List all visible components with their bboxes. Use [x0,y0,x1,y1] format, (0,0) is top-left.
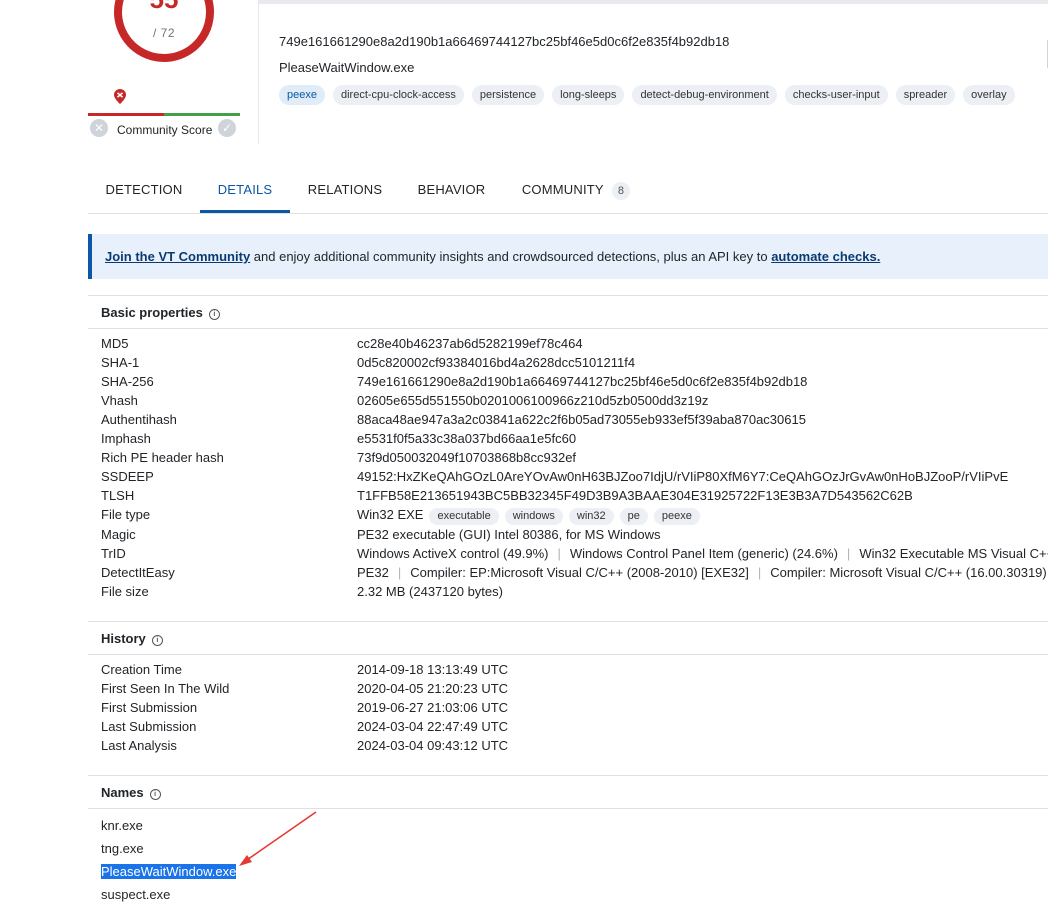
file-summary-card: 749e161661290e8a2d190b1a66469744127bc25b… [258,0,1048,144]
tag-detect-debug-environment[interactable]: detect-debug-environment [632,85,777,105]
tag-persistence[interactable]: persistence [471,85,545,105]
tag-checks-user-input[interactable]: checks-user-input [784,85,888,105]
property-row: SHA-256 749e161661290e8a2d190b1a664697441… [101,374,808,389]
file-name: PleaseWaitWindow.exe [279,60,415,75]
report-tabs: DETECTION DETAILS RELATIONS BEHAVIOR COM… [88,168,1048,214]
filetype-chip[interactable]: windows [504,508,563,525]
tab-relations[interactable]: RELATIONS [295,168,395,212]
property-row: TLSH T1FFB58E213651943BC5BB32345F49D3B9A3… [101,488,913,503]
property-row-detectiteasy: DetectItEasy PE32 | Compiler: EP:Microsoft… [101,565,1048,580]
filetype-chip[interactable]: executable [429,508,499,525]
community-score-bar [88,113,240,116]
tag-long-sleeps[interactable]: long-sleeps [552,85,625,105]
detection-total: / 72 [152,26,175,40]
tag-peexe[interactable]: peexe [279,85,325,105]
tag-direct-cpu-clock-access[interactable]: direct-cpu-clock-access [332,85,464,105]
history-row: Last Analysis 2024-03-04 09:43:12 UTC [101,738,509,753]
community-score-row: ✕ Community Score ✓ [88,118,240,138]
property-row-trid: TrID Windows ActiveX control (49.9%) | Win… [101,546,1048,561]
tag-spreader[interactable]: spreader [895,85,956,105]
basic-properties-header: Basic properties i [88,295,1048,329]
filetype-chip[interactable]: peexe [653,508,700,525]
vote-malicious-icon[interactable]: ✓ [218,119,236,137]
history-row: Creation Time 2014-09-18 13:13:49 UTC [101,662,509,677]
history-title: History [101,631,146,646]
basic-properties-title: Basic properties [101,305,203,320]
tab-behavior[interactable]: BEHAVIOR [404,168,499,212]
property-row: Imphash e5531f0f5a33c38a037bd66aa1e5fc60 [101,431,577,446]
name-item: knr.exe [101,818,143,833]
community-banner: Join the VT Community and enjoy addition… [88,234,1048,279]
filetype-chip[interactable]: pe [619,508,648,525]
property-row: Rich PE header hash 73f9d050032049f107038… [101,450,577,465]
names-title: Names [101,785,144,800]
banner-text: Join the VT Community and enjoy addition… [105,249,881,264]
vote-harmless-icon[interactable]: ✕ [90,119,108,137]
property-row-magic: Magic PE32 executable (GUI) Intel 80386, … [101,527,661,542]
file-tags: peexe direct-cpu-clock-access persistenc… [279,85,1015,105]
property-row-file-type: File type Win32 EXE executable windows win3… [101,507,1048,527]
property-row: Vhash 02605e655d551550b0201006100966z210d… [101,393,709,408]
history-row: First Submission 2019-06-27 21:03:06 UTC [101,700,509,715]
property-row: SSDEEP 49152:HxZKeQAhGOzL0AreYOvAw0nH63BJ… [101,469,1009,484]
property-row: Authentihash 88aca48ae947a3a2c03841a622c2… [101,412,806,427]
property-row-file-size: File size 2.32 MB (2437120 bytes) [101,584,503,599]
detection-count: 55 [88,0,240,15]
annotation-arrow-icon [239,811,317,866]
history-header: History i [88,621,1048,655]
name-item-selected: PleaseWaitWindow.exe [101,864,237,879]
info-icon[interactable]: i [151,635,163,646]
file-sha256[interactable]: 749e161661290e8a2d190b1a66469744127bc25b… [279,34,729,49]
community-count-badge: 8 [611,182,631,200]
tag-overlay[interactable]: overlay [963,85,1015,105]
filetype-chip[interactable]: win32 [568,508,614,525]
name-item: suspect.exe [101,887,171,902]
community-score-label: Community Score [117,123,213,137]
property-row: MD5 cc28e40b46237ab6d5282199ef78c464 [101,336,583,351]
info-icon[interactable]: i [208,309,220,320]
tab-details[interactable]: DETAILS [200,168,290,213]
tab-detection[interactable]: DETECTION [88,168,200,212]
tab-community[interactable]: COMMUNITY 8 [516,168,636,212]
join-community-link[interactable]: Join the VT Community [105,249,250,264]
automate-checks-link[interactable]: automate checks. [771,249,880,264]
history-row: Last Submission 2024-03-04 22:47:49 UTC [101,719,509,734]
name-item: tng.exe [101,841,144,856]
info-icon[interactable]: i [149,789,161,800]
property-row: SHA-1 0d5c820002cf93384016bd4a2628dcc5101… [101,355,636,370]
detection-score-widget: 55 / 72 ✕ Community Score ✓ [88,0,240,140]
community-score-marker-icon [114,89,126,104]
names-header: Names i [88,775,1048,809]
history-row: First Seen In The Wild 2020-04-05 21:20:2… [101,681,509,696]
